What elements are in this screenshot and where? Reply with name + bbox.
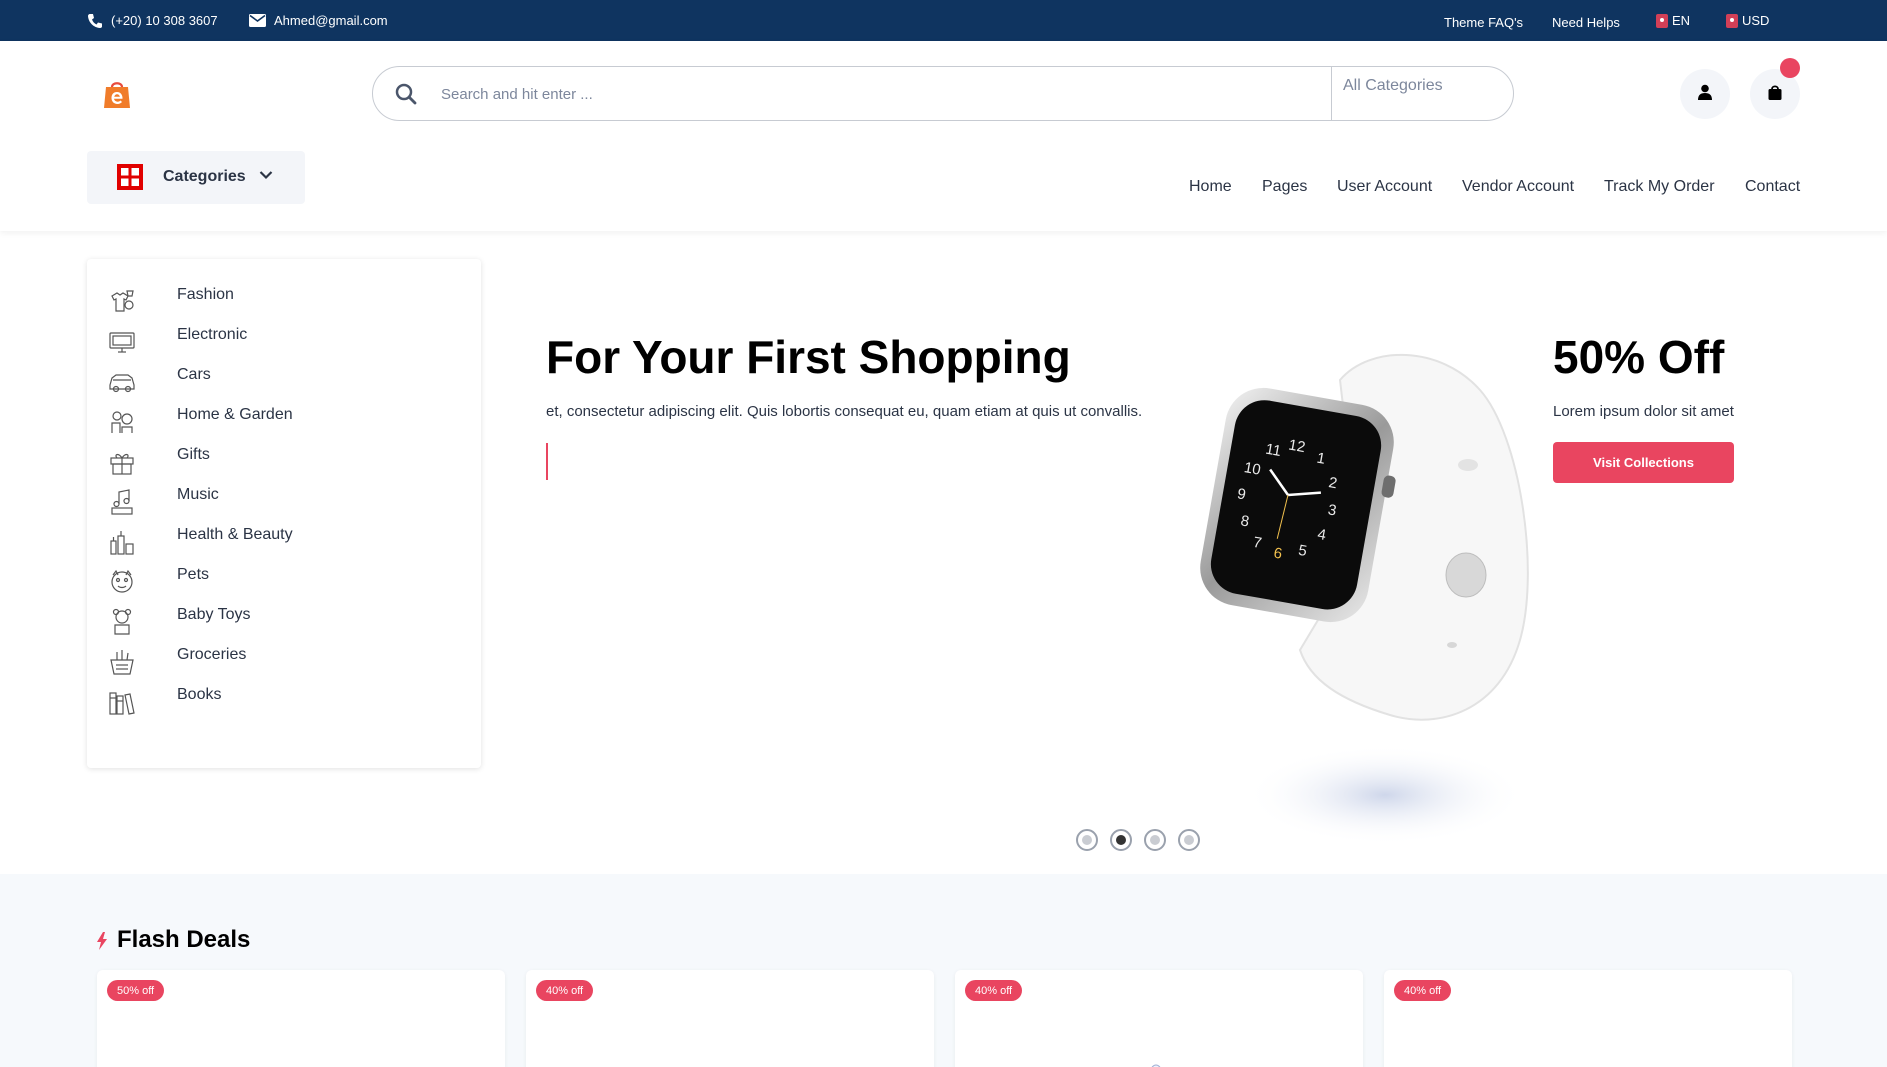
- category-select-label: All Categories: [1343, 77, 1443, 94]
- mail-icon: [249, 14, 266, 27]
- svg-text:10: 10: [1243, 459, 1262, 479]
- nav-contact[interactable]: Contact: [1745, 178, 1800, 196]
- electronic-icon: [107, 327, 137, 357]
- header: All Categories Categories Home Pages U: [0, 41, 1887, 231]
- language-selector[interactable]: EN: [1656, 0, 1690, 41]
- logo[interactable]: [103, 79, 131, 109]
- sidebar-item-label: Baby Toys: [177, 606, 251, 623]
- visit-collections-button[interactable]: Visit Collections: [1553, 442, 1734, 483]
- deal-card[interactable]: 50% off: [97, 970, 505, 1067]
- music-icon: [107, 487, 137, 517]
- category-sidebar: Fashion Electronic Cars Home & Garden Gi…: [87, 259, 481, 768]
- hero-title: For Your First Shopping: [546, 331, 1071, 383]
- carousel-dot-3[interactable]: [1144, 829, 1166, 851]
- books-icon: [107, 687, 137, 717]
- discount-badge: 40% off: [536, 980, 594, 1001]
- nav-home[interactable]: Home: [1189, 178, 1232, 196]
- theme-faq-link[interactable]: Theme FAQ's: [1444, 2, 1523, 43]
- discount-badge: 50% off: [107, 980, 165, 1001]
- flash-deals-title: Flash Deals: [117, 926, 251, 953]
- hero-description: et, consectetur adipiscing elit. Quis lo…: [546, 403, 1143, 420]
- categories-button[interactable]: Categories: [87, 151, 305, 204]
- fashion-icon: [107, 287, 137, 317]
- sidebar-item-pets[interactable]: Pets: [107, 558, 467, 598]
- sidebar-item-label: Electronic: [177, 326, 248, 343]
- shopping-bag-icon: [1768, 84, 1782, 105]
- nav-user-account[interactable]: User Account: [1337, 178, 1432, 196]
- next-slide-title: 50% Off: [1553, 331, 1725, 383]
- baby-toys-icon: [107, 607, 137, 637]
- health-beauty-icon: [107, 527, 137, 557]
- account-button[interactable]: [1680, 69, 1730, 119]
- groceries-icon: [107, 647, 137, 677]
- sidebar-item-label: Pets: [177, 566, 210, 583]
- category-select[interactable]: All Categories: [1331, 67, 1514, 120]
- sidebar-item-label: Gifts: [177, 446, 210, 463]
- currency-label: USD: [1742, 13, 1770, 28]
- carousel-dot-1[interactable]: [1076, 829, 1098, 851]
- next-slide-preview: 50% Off Lorem ipsum dolor sit amet Visit…: [1553, 320, 1734, 490]
- sidebar-item-label: Groceries: [177, 646, 247, 663]
- email-contact[interactable]: Ahmed@gmail.com: [249, 0, 388, 41]
- sidebar-item-fashion[interactable]: Fashion: [107, 278, 467, 318]
- carousel-dot-4[interactable]: [1178, 829, 1200, 851]
- sidebar-item-health-beauty[interactable]: Health & Beauty: [107, 518, 467, 558]
- cart-count-badge: [1780, 58, 1800, 78]
- top-bar: (+20) 10 308 3607 Ahmed@gmail.com Theme …: [0, 0, 1887, 41]
- sidebar-item-music[interactable]: Music: [107, 478, 467, 518]
- discount-badge: 40% off: [965, 980, 1023, 1001]
- nav-pages[interactable]: Pages: [1262, 178, 1307, 196]
- phone-number: (+20) 10 308 3607: [111, 13, 218, 28]
- smartwatch-image: 12 1 2 3 4 5 6 7 8 9 10 11: [1200, 350, 1540, 850]
- phone-contact[interactable]: (+20) 10 308 3607: [87, 0, 218, 41]
- theme-faq-label: Theme FAQ's: [1444, 15, 1524, 30]
- svg-text:12: 12: [1287, 436, 1306, 456]
- car-icon: [107, 367, 137, 397]
- sidebar-item-groceries[interactable]: Groceries: [107, 638, 467, 678]
- currency-selector[interactable]: USD: [1726, 0, 1769, 41]
- need-helps-label: Need Helps: [1552, 15, 1620, 30]
- sidebar-item-cars[interactable]: Cars: [107, 358, 467, 398]
- pets-icon: [107, 567, 137, 597]
- carousel-dot-2[interactable]: [1110, 829, 1132, 851]
- text-cursor: [546, 443, 548, 480]
- nav-track-my-order[interactable]: Track My Order: [1604, 178, 1715, 196]
- search-input[interactable]: [441, 75, 1221, 113]
- sidebar-item-baby-toys[interactable]: Baby Toys: [107, 598, 467, 638]
- home-garden-icon: [107, 407, 137, 437]
- search-icon[interactable]: [395, 83, 417, 110]
- sidebar-item-label: Fashion: [177, 286, 234, 303]
- sidebar-item-electronic[interactable]: Electronic: [107, 318, 467, 358]
- phone-icon: [87, 13, 103, 29]
- sidebar-item-label: Cars: [177, 366, 211, 383]
- sidebar-item-label: Home & Garden: [177, 406, 293, 423]
- language-label: EN: [1672, 13, 1691, 28]
- svg-text:11: 11: [1264, 441, 1282, 460]
- deal-card[interactable]: 40% off: [955, 970, 1363, 1067]
- sidebar-item-books[interactable]: Books: [107, 678, 467, 718]
- grid-icon: [117, 164, 143, 195]
- product-image: [1147, 1063, 1171, 1067]
- categories-label: Categories: [163, 168, 246, 185]
- email-address: Ahmed@gmail.com: [274, 13, 388, 28]
- deal-card[interactable]: 40% off: [1384, 970, 1792, 1067]
- sidebar-item-label: Books: [177, 686, 222, 703]
- user-icon: [1698, 84, 1712, 105]
- next-slide-description: Lorem ipsum dolor sit amet: [1553, 403, 1734, 420]
- sidebar-item-gifts[interactable]: Gifts: [107, 438, 467, 478]
- carousel-dots: [1076, 829, 1200, 851]
- sidebar-item-label: Music: [177, 486, 219, 503]
- search-bar: All Categories: [372, 66, 1514, 121]
- currency-flag-icon: [1726, 13, 1738, 28]
- gift-icon: [107, 447, 137, 477]
- language-flag-icon: [1656, 13, 1668, 28]
- nav-vendor-account[interactable]: Vendor Account: [1462, 178, 1574, 196]
- discount-badge: 40% off: [1394, 980, 1452, 1001]
- need-helps-link[interactable]: Need Helps: [1552, 2, 1620, 43]
- lightning-icon: [96, 932, 108, 955]
- sidebar-item-home-garden[interactable]: Home & Garden: [107, 398, 467, 438]
- deal-card[interactable]: 40% off: [526, 970, 934, 1067]
- sidebar-item-label: Health & Beauty: [177, 526, 293, 543]
- chevron-down-icon: [259, 167, 273, 185]
